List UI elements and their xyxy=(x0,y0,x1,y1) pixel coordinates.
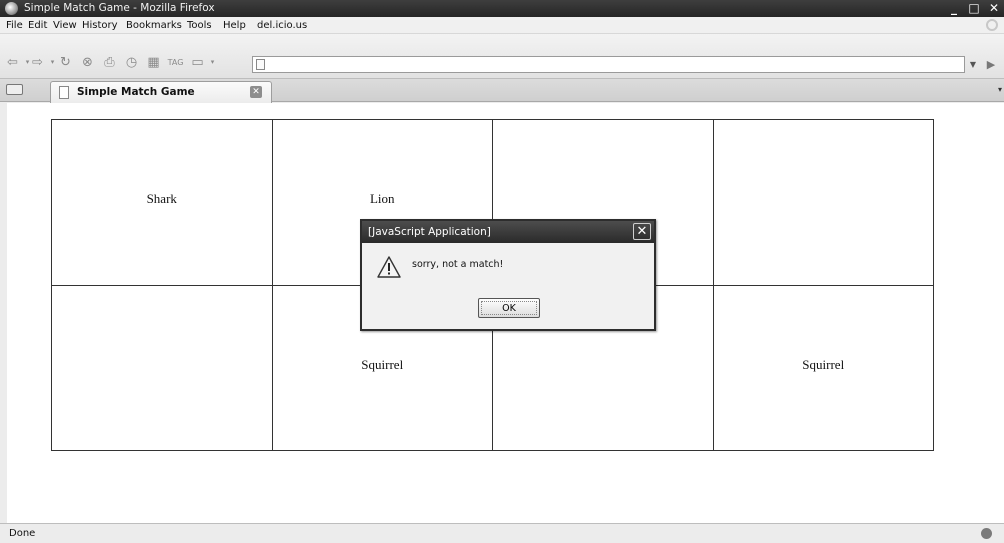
reload-icon[interactable]: ↻ xyxy=(58,55,73,70)
throbber-icon xyxy=(986,19,998,31)
bookmark-icon[interactable]: ▦ xyxy=(146,55,161,70)
tab-label: Simple Match Game xyxy=(77,86,195,98)
card-label: Squirrel xyxy=(361,356,404,372)
ok-button[interactable]: OK xyxy=(478,298,540,318)
tab-list-icon[interactable] xyxy=(6,84,23,95)
url-history-dropdown-icon[interactable]: ▼ xyxy=(966,56,980,73)
menu-delicious[interactable]: del.icio.us xyxy=(257,19,307,32)
close-tab-icon[interactable]: ✕ xyxy=(250,86,262,98)
document-icon xyxy=(59,86,69,99)
stop-icon[interactable]: ⊗ xyxy=(80,55,95,70)
card-cell[interactable]: Shark xyxy=(51,119,273,286)
maximize-button[interactable]: □ xyxy=(966,1,982,16)
address-bar[interactable] xyxy=(252,56,965,73)
menu-file[interactable]: File xyxy=(6,19,23,32)
menu-bar: File Edit View History Bookmarks Tools H… xyxy=(0,17,1004,34)
tab-simple-match-game[interactable]: Simple Match Game ✕ xyxy=(50,81,272,103)
card-label: Shark xyxy=(146,191,177,207)
url-input[interactable] xyxy=(269,58,949,71)
security-status-icon xyxy=(981,528,992,539)
menu-help[interactable]: Help xyxy=(223,19,246,32)
menu-bookmarks[interactable]: Bookmarks xyxy=(126,19,182,32)
card-label: Lion xyxy=(369,191,395,207)
tab-bar: Simple Match Game ✕ ▾ xyxy=(0,79,1004,103)
page-menu-dropdown-icon[interactable]: ▾ xyxy=(205,55,220,70)
warning-icon xyxy=(377,256,401,278)
firefox-icon xyxy=(5,2,18,15)
title-bar: Simple Match Game - Mozilla Firefox _ □ … xyxy=(0,0,1004,17)
menu-tools[interactable]: Tools xyxy=(187,19,212,32)
tag-icon[interactable]: TAG xyxy=(168,55,184,70)
card-cell[interactable]: Squirrel xyxy=(712,284,934,451)
card-cell[interactable] xyxy=(712,119,934,286)
close-window-button[interactable]: ✕ xyxy=(986,1,1002,16)
status-bar: Done xyxy=(0,523,1004,543)
print-icon[interactable]: ⎙ xyxy=(102,55,117,70)
dialog-message: sorry, not a match! xyxy=(412,259,504,270)
menu-history[interactable]: History xyxy=(82,19,118,32)
menu-edit[interactable]: Edit xyxy=(28,19,47,32)
history-icon[interactable]: ◷ xyxy=(124,55,139,70)
forward-icon[interactable]: ⇨ xyxy=(30,55,45,70)
dialog-title: [JavaScript Application] xyxy=(368,226,491,238)
card-label: Squirrel xyxy=(802,356,845,372)
tab-scroll-icon[interactable]: ▾ xyxy=(998,85,1002,94)
alert-dialog: [JavaScript Application] ✕ sorry, not a … xyxy=(360,219,656,331)
page-menu-icon[interactable]: ▭ xyxy=(190,55,205,70)
dialog-title-bar: [JavaScript Application] ✕ xyxy=(362,221,654,243)
card-cell[interactable] xyxy=(51,284,273,451)
dialog-close-icon[interactable]: ✕ xyxy=(633,223,651,240)
minimize-button[interactable]: _ xyxy=(946,1,962,16)
page-icon xyxy=(256,59,265,70)
menu-view[interactable]: View xyxy=(53,19,77,32)
go-icon[interactable]: ▶ xyxy=(983,56,999,73)
back-icon[interactable]: ⇦ xyxy=(5,55,20,70)
navigation-toolbar: ⇦ ▾ ⇨ ▾ ↻ ⊗ ⎙ ◷ ▦ TAG ▭ ▾ ▼ ▶ xyxy=(0,34,1004,79)
status-text: Done xyxy=(9,528,36,539)
browser-window: Simple Match Game - Mozilla Firefox _ □ … xyxy=(0,0,1004,543)
window-title: Simple Match Game - Mozilla Firefox xyxy=(24,2,215,14)
